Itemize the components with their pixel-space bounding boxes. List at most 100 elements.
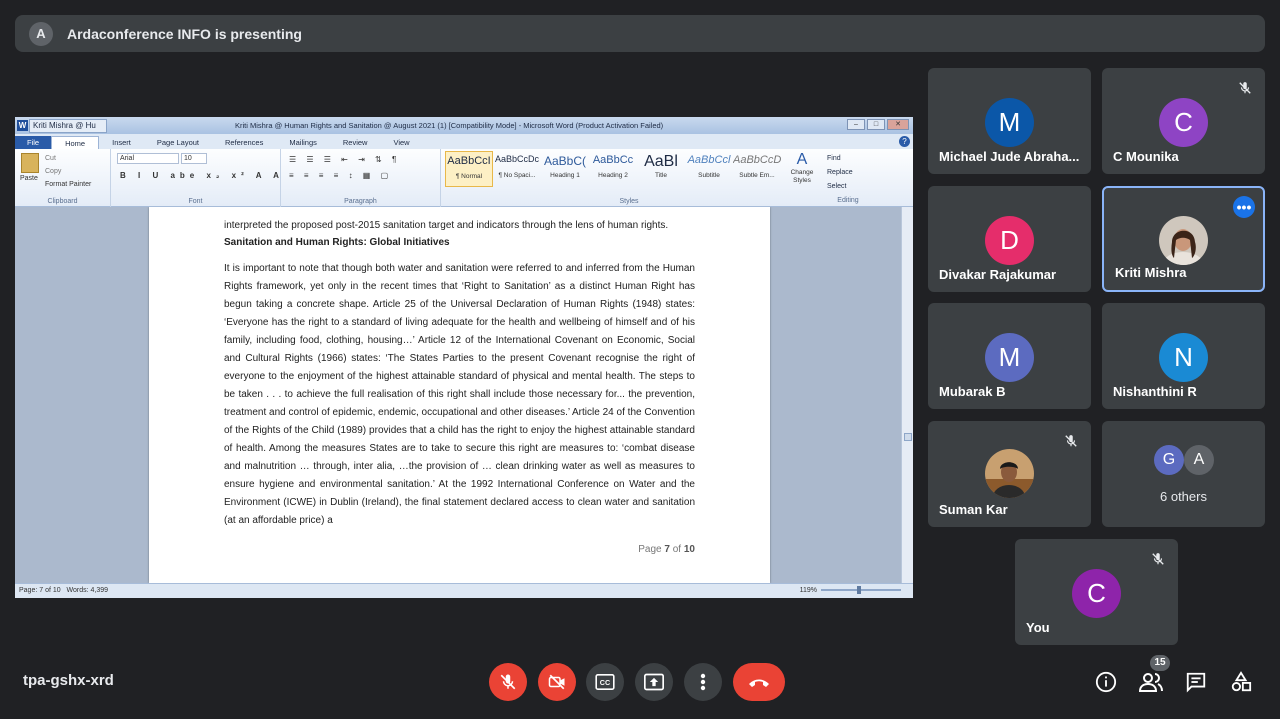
- change-styles-icon: A: [796, 151, 808, 168]
- participant-name: Suman Kar: [939, 502, 1008, 517]
- participant-tile[interactable]: N Nishanthini R: [1102, 303, 1265, 409]
- participant-name: Nishanthini R: [1113, 384, 1197, 399]
- document-area[interactable]: interpreted the proposed post-2015 sanit…: [15, 207, 913, 583]
- svg-text:CC: CC: [600, 678, 610, 687]
- paste-button[interactable]: Paste: [20, 175, 38, 182]
- word-statusbar: Page: 7 of 10 Words: 4,399 119%: [15, 583, 913, 598]
- find-button[interactable]: Find: [827, 152, 853, 166]
- mic-off-icon: [1148, 549, 1168, 569]
- style-heading-1[interactable]: AaBbC(Heading 1: [541, 151, 589, 187]
- mic-off-icon: [1061, 431, 1081, 451]
- hang-up-icon: [749, 679, 769, 687]
- meeting-details-button[interactable]: [1092, 668, 1120, 696]
- select-button[interactable]: Select: [827, 180, 853, 194]
- participant-name: Michael Jude Abraha...: [939, 149, 1080, 164]
- camera-off-icon: [548, 674, 565, 690]
- page-number: Page 7 of 10: [638, 544, 695, 555]
- help-icon[interactable]: ?: [899, 136, 910, 147]
- close-icon[interactable]: ✕: [887, 119, 909, 130]
- participant-tile[interactable]: C C Mounika: [1102, 68, 1265, 174]
- styles-label: Styles: [619, 198, 639, 205]
- font-label: Font: [188, 198, 203, 205]
- participant-name: Kriti Mishra: [1115, 265, 1187, 280]
- doc-heading: Sanitation and Human Rights: Global Init…: [224, 237, 450, 248]
- style-title[interactable]: AaBl Title: [637, 151, 685, 187]
- cut-button[interactable]: Cut: [45, 152, 91, 165]
- paste-icon[interactable]: [21, 153, 39, 173]
- style-subtitle[interactable]: AaBbCcl Subtitle: [685, 151, 733, 187]
- shared-screen[interactable]: W Kriti Mishra @ Hu Kriti Mishra @ Human…: [15, 117, 913, 598]
- paragraph-label: Paragraph: [344, 198, 377, 205]
- activities-button[interactable]: [1227, 668, 1255, 696]
- more-options-icon[interactable]: •••: [1233, 196, 1255, 218]
- activities-icon: [1231, 671, 1252, 692]
- word-doc-tab[interactable]: Kriti Mishra @ Hu: [29, 119, 107, 133]
- more-vert-icon: [700, 673, 706, 691]
- font-size-select[interactable]: 10: [181, 153, 207, 164]
- tab-page-layout[interactable]: Page Layout: [144, 136, 212, 149]
- others-tile[interactable]: G A 6 others: [1102, 421, 1265, 527]
- ribbon-tabs: File Home Insert Page Layout References …: [15, 134, 913, 149]
- style-no-spacing[interactable]: AaBbCcDc ¶ No Spaci...: [493, 151, 541, 187]
- leave-call-button[interactable]: [733, 663, 785, 701]
- format-painter-button[interactable]: Format Painter: [45, 178, 91, 191]
- participant-photo: [985, 449, 1034, 498]
- avatar: D: [985, 216, 1034, 265]
- style-heading-2[interactable]: AaBbCc Heading 2: [589, 151, 637, 187]
- camera-toggle-button[interactable]: [538, 663, 576, 701]
- editing-group: Find Replace Select: [827, 152, 853, 194]
- participant-tile[interactable]: M Mubarak B: [928, 303, 1091, 409]
- avatar: G: [1154, 445, 1184, 475]
- status-words[interactable]: Words: 4,399: [67, 587, 109, 594]
- tab-insert[interactable]: Insert: [99, 136, 144, 149]
- others-count-label: 6 others: [1160, 489, 1207, 504]
- maximize-icon[interactable]: □: [867, 119, 885, 130]
- align-buttons[interactable]: ≡ ≡ ≡ ≡ ↕ ▦ ▢: [289, 171, 392, 180]
- participant-name: Divakar Rajakumar: [939, 267, 1057, 282]
- participant-photo: [1159, 216, 1208, 265]
- clipboard-group: Paste Cut Copy Format Painter Clipboard: [15, 149, 111, 207]
- vertical-scrollbar[interactable]: [901, 207, 913, 583]
- style-subtle-emphasis[interactable]: AaBbCcD Subtle Em...: [733, 151, 781, 187]
- participant-tile[interactable]: D Divakar Rajakumar: [928, 186, 1091, 292]
- chat-button[interactable]: [1182, 668, 1210, 696]
- change-styles-button[interactable]: A Change Styles: [787, 151, 817, 185]
- avatar: N: [1159, 333, 1208, 382]
- list-buttons[interactable]: ☰ ☰ ☰ ⇤ ⇥ ⇅ ¶: [289, 155, 400, 164]
- status-zoom[interactable]: 119%: [800, 587, 817, 594]
- mic-toggle-button[interactable]: [489, 663, 527, 701]
- word-app-icon: W: [17, 120, 28, 131]
- font-name-select[interactable]: Arial: [117, 153, 179, 164]
- zoom-slider[interactable]: [821, 586, 901, 595]
- tab-file[interactable]: File: [15, 136, 52, 149]
- tab-review[interactable]: Review: [330, 136, 381, 149]
- captions-button[interactable]: CC: [586, 663, 624, 701]
- font-format-buttons[interactable]: B I U abe x₂ x² A A: [120, 171, 284, 180]
- avatar: A: [1184, 445, 1214, 475]
- participant-tile-active[interactable]: ••• Kriti Mishra: [1102, 186, 1265, 292]
- avatar: C: [1159, 98, 1208, 147]
- style-normal[interactable]: AaBbCcI ¶ Normal: [445, 151, 493, 187]
- people-button[interactable]: [1137, 668, 1165, 696]
- participant-tile[interactable]: Suman Kar: [928, 421, 1091, 527]
- scroll-thumb[interactable]: [904, 433, 912, 441]
- present-screen-button[interactable]: [635, 663, 673, 701]
- more-options-button[interactable]: [684, 663, 722, 701]
- participant-name: Mubarak B: [939, 384, 1006, 399]
- tab-references[interactable]: References: [212, 136, 276, 149]
- styles-gallery: AaBbCcI ¶ Normal AaBbCcDc ¶ No Spaci... Aa…: [445, 151, 781, 187]
- replace-button[interactable]: Replace: [827, 166, 853, 180]
- copy-button[interactable]: Copy: [45, 165, 91, 178]
- ribbon: Paste Cut Copy Format Painter Clipboard …: [15, 149, 913, 207]
- avatar: C: [1072, 569, 1121, 618]
- document-page[interactable]: interpreted the proposed post-2015 sanit…: [149, 207, 770, 583]
- participant-tile[interactable]: M Michael Jude Abraha...: [928, 68, 1091, 174]
- tab-mailings[interactable]: Mailings: [276, 136, 330, 149]
- minimize-icon[interactable]: –: [847, 119, 865, 130]
- self-tile[interactable]: C You: [1015, 539, 1178, 645]
- tab-view[interactable]: View: [380, 136, 422, 149]
- tab-home[interactable]: Home: [51, 136, 100, 149]
- presenting-banner: A Ardaconference INFO is presenting: [15, 15, 1265, 52]
- participant-name: C Mounika: [1113, 149, 1179, 164]
- status-page[interactable]: Page: 7 of 10: [19, 587, 61, 594]
